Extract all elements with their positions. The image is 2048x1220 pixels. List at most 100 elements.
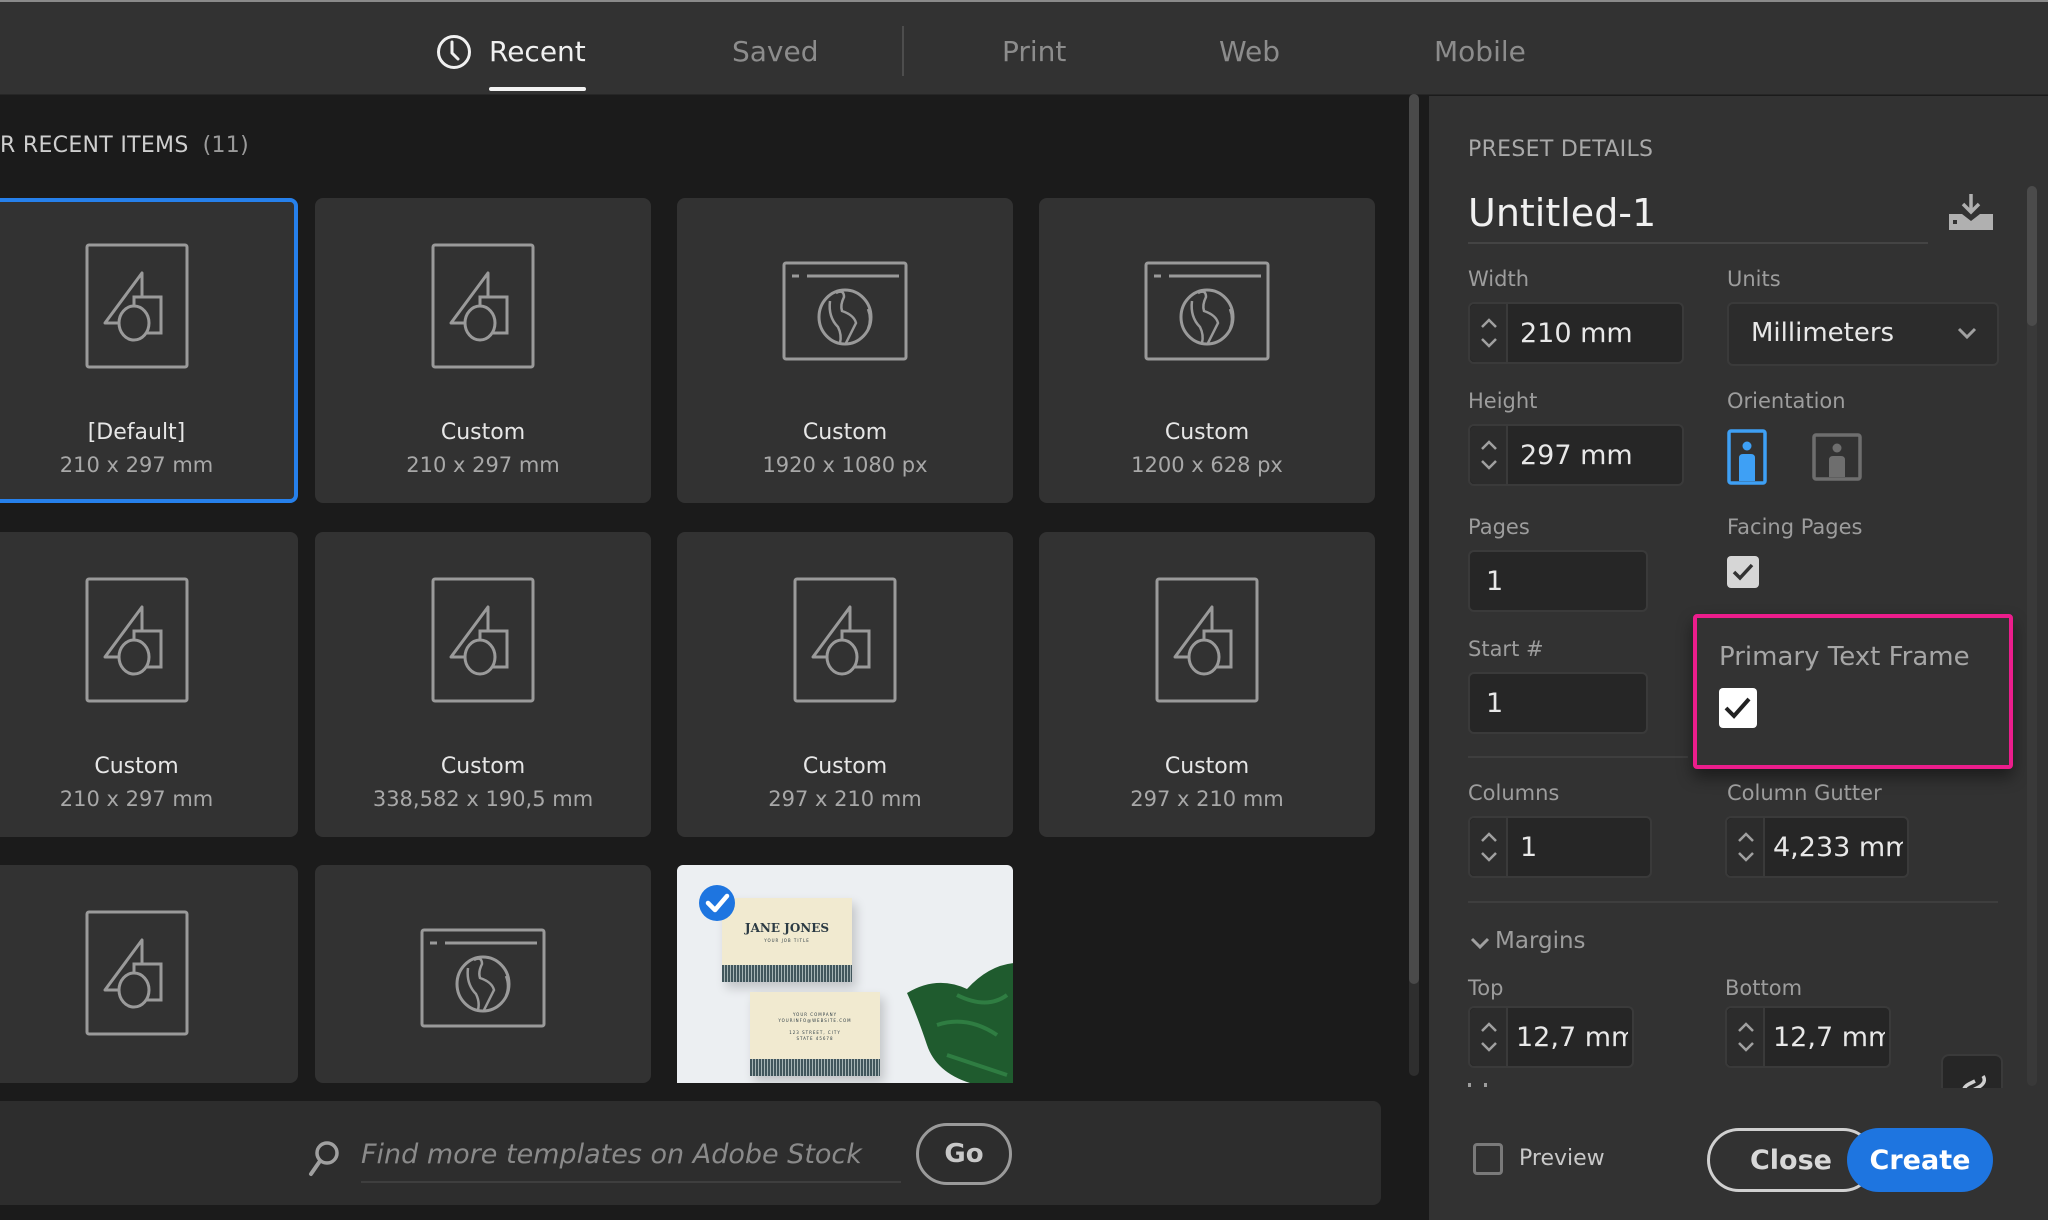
- web-globe-icon: [677, 261, 1013, 361]
- tab-divider: [902, 26, 904, 76]
- preset-size: 210 x 297 mm: [59, 453, 214, 477]
- go-button[interactable]: Go: [916, 1123, 1012, 1185]
- tab-print[interactable]: Print: [1002, 32, 1066, 72]
- stepper-down-icon[interactable]: [1480, 1040, 1498, 1054]
- template-tile[interactable]: JANE JONES YOUR JOB TITLE YOUR COMPANY Y…: [677, 865, 1013, 1083]
- height-label: Height: [1468, 389, 1538, 413]
- preset-name: Custom: [1164, 420, 1250, 445]
- stock-search-bar: Go: [0, 1101, 1381, 1205]
- preset-name: Custom: [440, 754, 526, 779]
- tab-saved-label: Saved: [732, 35, 819, 68]
- clock-icon: [437, 35, 471, 69]
- stepper-up-icon[interactable]: [1480, 438, 1498, 452]
- print-document-icon: [0, 243, 294, 369]
- units-dropdown[interactable]: Millimeters: [1727, 302, 1999, 366]
- tab-saved[interactable]: Saved: [732, 32, 819, 72]
- preset-tile[interactable]: Custom 1920 x 1080 px: [677, 198, 1013, 503]
- divider: [1468, 756, 1688, 758]
- columns-input[interactable]: [1520, 818, 1646, 876]
- margin-bottom-stepper: [1727, 1008, 1765, 1066]
- print-document-icon: [315, 577, 651, 703]
- margin-top-input[interactable]: [1516, 1008, 1628, 1066]
- facing-pages-checkbox[interactable]: [1727, 556, 1759, 588]
- width-field: [1468, 302, 1684, 364]
- preset-tile[interactable]: Custom 297 x 210 mm: [677, 532, 1013, 837]
- stepper-down-icon[interactable]: [1737, 1040, 1755, 1054]
- monstera-leaf-image: [907, 963, 1013, 1083]
- stepper-down-icon[interactable]: [1737, 850, 1755, 864]
- margin-bottom-input[interactable]: [1773, 1008, 1885, 1066]
- preset-tile[interactable]: Custom 210 x 297 mm: [0, 532, 298, 837]
- columns-stepper: [1470, 818, 1508, 876]
- checkmark-icon: [1732, 563, 1754, 581]
- save-preset-icon[interactable]: [1949, 194, 1993, 230]
- preset-tile[interactable]: [Default] 210 x 297 mm: [0, 198, 298, 503]
- portrait-orientation-button[interactable]: [1727, 429, 1767, 485]
- preset-details-scrollbar[interactable]: [2027, 186, 2037, 1086]
- card-name: JANE JONES: [744, 921, 830, 935]
- width-input[interactable]: [1520, 304, 1678, 362]
- tab-recent-label: Recent: [489, 35, 586, 68]
- search-icon: [309, 1141, 339, 1176]
- preset-tile[interactable]: Custom 210 x 297 mm: [315, 198, 651, 503]
- start-number-field: [1468, 672, 1648, 734]
- margin-bottom-field: [1725, 1006, 1891, 1068]
- landscape-orientation-button[interactable]: [1812, 433, 1862, 481]
- height-stepper: [1470, 426, 1508, 484]
- preset-tile[interactable]: [0, 865, 298, 1083]
- recent-items-scrollbar[interactable]: [1409, 94, 1419, 1076]
- recent-items-title: R RECENT ITEMS: [0, 133, 189, 158]
- start-number-input[interactable]: [1486, 674, 1642, 732]
- tab-recent[interactable]: Recent: [489, 32, 586, 91]
- card-subtitle: YOUR JOB TITLE: [764, 938, 810, 943]
- preset-tile[interactable]: Custom 338,582 x 190,5 mm: [315, 532, 651, 837]
- width-stepper: [1470, 304, 1508, 362]
- height-input[interactable]: [1520, 426, 1678, 484]
- preset-tile[interactable]: Custom 297 x 210 mm: [1039, 532, 1375, 837]
- gutter-stepper: [1727, 818, 1765, 876]
- chevron-down-icon: [1470, 937, 1490, 950]
- column-gutter-label: Column Gutter: [1727, 781, 1882, 805]
- margin-inside-label-partial: [1468, 1081, 1508, 1087]
- columns-field: [1468, 816, 1652, 878]
- stepper-up-icon[interactable]: [1480, 316, 1498, 330]
- stock-search-input[interactable]: [361, 1127, 901, 1183]
- pages-input[interactable]: [1486, 552, 1642, 610]
- template-selected-check-icon: [699, 885, 735, 921]
- preset-size: 1200 x 628 px: [1131, 453, 1283, 477]
- scrollbar-thumb[interactable]: [1409, 94, 1419, 984]
- preset-details-panel: PRESET DETAILS Untitled-1 Width Units Mi…: [1429, 96, 2048, 1220]
- print-document-icon: [677, 577, 1013, 703]
- stepper-up-icon[interactable]: [1737, 830, 1755, 844]
- tab-web-label: Web: [1219, 35, 1281, 68]
- column-gutter-field: [1725, 816, 1909, 878]
- print-document-icon: [1039, 577, 1375, 703]
- preview-checkbox[interactable]: [1473, 1143, 1503, 1175]
- divider: [1468, 901, 1998, 903]
- tab-mobile[interactable]: Mobile: [1434, 32, 1526, 72]
- preset-size: 338,582 x 190,5 mm: [372, 787, 594, 811]
- columns-label: Columns: [1468, 781, 1560, 805]
- create-button[interactable]: Create: [1847, 1128, 1993, 1192]
- column-gutter-input[interactable]: [1773, 818, 1903, 876]
- stepper-down-icon[interactable]: [1480, 850, 1498, 864]
- units-selected-value: Millimeters: [1751, 318, 1895, 348]
- preset-size: 297 x 210 mm: [1130, 787, 1284, 811]
- stepper-down-icon[interactable]: [1480, 336, 1498, 350]
- stepper-up-icon[interactable]: [1737, 1020, 1755, 1034]
- preset-tile[interactable]: [315, 865, 651, 1083]
- tab-web[interactable]: Web: [1219, 32, 1280, 72]
- stepper-down-icon[interactable]: [1480, 458, 1498, 472]
- primary-text-frame-checkbox[interactable]: [1719, 688, 1757, 728]
- scrollbar-thumb[interactable]: [2027, 186, 2037, 326]
- business-card-back: YOUR COMPANY YOURINFO@WEBSITE.COM 123 ST…: [750, 992, 880, 1076]
- stepper-up-icon[interactable]: [1480, 830, 1498, 844]
- facing-pages-label: Facing Pages: [1727, 515, 1863, 539]
- preset-tile[interactable]: Custom 1200 x 628 px: [1039, 198, 1375, 503]
- units-label: Units: [1727, 267, 1781, 291]
- primary-text-frame-highlight: Primary Text Frame: [1693, 614, 2013, 769]
- stepper-up-icon[interactable]: [1480, 1020, 1498, 1034]
- preset-name: Custom: [1164, 754, 1250, 779]
- active-tab-indicator: [489, 87, 586, 91]
- document-name-field[interactable]: Untitled-1: [1468, 188, 1928, 244]
